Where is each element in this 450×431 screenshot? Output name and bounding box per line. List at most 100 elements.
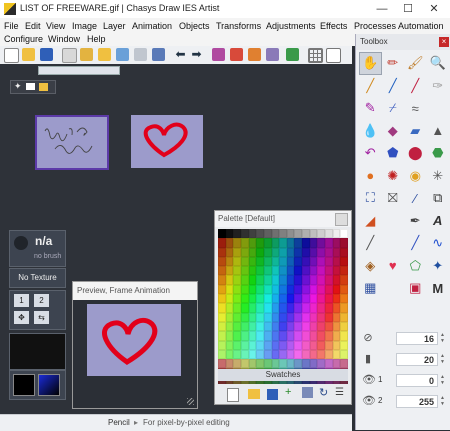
palette-swatch[interactable]	[225, 303, 234, 313]
palette-swatch[interactable]	[240, 275, 249, 285]
palette-swatch[interactable]	[302, 359, 310, 369]
palette-swatch[interactable]	[256, 331, 264, 341]
palette-swatch[interactable]	[279, 284, 287, 295]
palette-swatch[interactable]	[248, 275, 257, 285]
select-icon[interactable]: ⛶	[359, 187, 382, 210]
crop-icon[interactable]: ⛝	[382, 187, 405, 210]
palette-swatch[interactable]	[340, 340, 348, 350]
palette-swatch[interactable]	[286, 229, 295, 239]
palette-swatch[interactable]	[302, 238, 310, 248]
palette-swatch[interactable]	[332, 359, 341, 369]
palette-swatch[interactable]	[240, 284, 249, 295]
menu-adjustments[interactable]: Adjustments	[266, 21, 316, 31]
palette-swatch[interactable]	[279, 229, 287, 239]
palette-swatch[interactable]	[317, 349, 326, 360]
palette-swatch[interactable]	[302, 275, 310, 285]
palette-swatch[interactable]	[286, 256, 295, 267]
palette-swatch[interactable]	[302, 256, 310, 267]
swap-icon[interactable]: ⇆	[34, 311, 49, 324]
palette-swatch[interactable]	[240, 256, 249, 267]
palette-swatch[interactable]	[256, 303, 264, 313]
palette-swatch[interactable]	[218, 294, 226, 304]
minimize-icon[interactable]: —	[370, 0, 394, 18]
palette-swatch[interactable]	[233, 349, 241, 360]
palette-swatch[interactable]	[279, 303, 287, 313]
pin-icon[interactable]: ✦	[14, 81, 22, 92]
palette-swatch[interactable]	[233, 359, 241, 369]
primary-color-swatch[interactable]	[13, 374, 35, 396]
copy-icon[interactable]	[80, 48, 93, 61]
stamp-icon[interactable]: ⬟	[382, 142, 405, 165]
palette-swatch[interactable]	[218, 266, 226, 276]
marker-icon[interactable]: ╱	[404, 75, 427, 98]
palette-swatch[interactable]	[218, 312, 226, 322]
palette-swatch[interactable]	[256, 359, 264, 369]
palette-swatch[interactable]	[271, 340, 280, 350]
palette-swatch[interactable]	[332, 256, 341, 267]
palette-swatch[interactable]	[271, 294, 280, 304]
tab-swatches[interactable]: Swatches	[218, 369, 348, 381]
palette-swatch[interactable]	[340, 312, 348, 322]
menu-transforms[interactable]: Transforms	[216, 21, 261, 31]
palette-swatch[interactable]	[225, 275, 234, 285]
paint-brush-icon[interactable]: ╱	[359, 75, 382, 98]
palette-swatch[interactable]	[218, 284, 226, 295]
palette-swatch[interactable]	[302, 312, 310, 322]
palette-swatch[interactable]	[218, 321, 226, 332]
palette-swatch[interactable]	[240, 247, 249, 257]
resize-grip-icon[interactable]	[187, 398, 194, 405]
palette-swatch[interactable]	[279, 266, 287, 276]
magnifier-icon[interactable]: 🔍	[427, 52, 450, 75]
eye-1-spinner-icon[interactable]: ▲ ▼	[439, 374, 446, 387]
palette-swatch[interactable]	[233, 229, 241, 239]
menu-view[interactable]: View	[46, 21, 65, 31]
palette-swatch[interactable]	[225, 256, 234, 267]
palette-swatch[interactable]	[263, 238, 272, 248]
palette-swatch[interactable]	[240, 229, 249, 239]
palette-swatch[interactable]	[248, 247, 257, 257]
pencil-icon[interactable]: ✏	[382, 52, 405, 75]
palette-swatch[interactable]	[294, 275, 303, 285]
ruler-icon[interactable]	[326, 48, 341, 63]
palette-swatch[interactable]	[309, 303, 318, 313]
fill-brush-icon[interactable]: ╱	[382, 75, 405, 98]
palette-swatch[interactable]	[218, 256, 226, 267]
palette-swatch[interactable]	[248, 331, 257, 341]
palette-swatch[interactable]	[286, 321, 295, 332]
blank-tool-2[interactable]	[382, 210, 405, 233]
palette-swatch[interactable]	[218, 340, 226, 350]
palette-swatch[interactable]	[325, 359, 333, 369]
palette-swatch[interactable]	[332, 312, 341, 322]
frame-icon[interactable]	[26, 83, 35, 90]
palette-swatch[interactable]	[332, 275, 341, 285]
save-icon[interactable]	[40, 48, 53, 61]
palette-swatch[interactable]	[256, 247, 264, 257]
palette-swatch[interactable]	[294, 238, 303, 248]
palette-swatch[interactable]	[302, 321, 310, 332]
palette-swatch[interactable]	[302, 229, 310, 239]
brush-icon[interactable]: 🖌	[404, 52, 427, 75]
opacity-value[interactable]: 20	[396, 353, 438, 366]
palette-swatch[interactable]	[294, 294, 303, 304]
palette-swatch[interactable]	[302, 349, 310, 360]
palette-tool-icon[interactable]	[302, 387, 313, 398]
dropper-icon[interactable]: ⌿	[382, 97, 405, 120]
palette-swatch[interactable]	[340, 303, 348, 313]
palette-swatch[interactable]	[286, 294, 295, 304]
palette-swatch[interactable]	[317, 312, 326, 322]
airbrush-icon[interactable]: ✑	[427, 75, 450, 98]
gradient-ball-icon[interactable]: ◉	[404, 165, 427, 188]
palette-swatch[interactable]	[309, 284, 318, 295]
palette-swatch[interactable]	[225, 331, 234, 341]
palette-swatch[interactable]	[233, 238, 241, 248]
palette-swatch[interactable]	[325, 256, 333, 267]
palette-swatch[interactable]	[279, 340, 287, 350]
palette-swatch[interactable]	[340, 266, 348, 276]
palette-swatch[interactable]	[279, 238, 287, 248]
palette-swatch[interactable]	[256, 340, 264, 350]
lighting-icon[interactable]: ✺	[382, 165, 405, 188]
palette-swatch[interactable]	[309, 256, 318, 267]
palette-swatch[interactable]	[294, 266, 303, 276]
straight-line-icon[interactable]: ╱	[404, 232, 427, 255]
tool-red-icon[interactable]	[230, 48, 243, 61]
